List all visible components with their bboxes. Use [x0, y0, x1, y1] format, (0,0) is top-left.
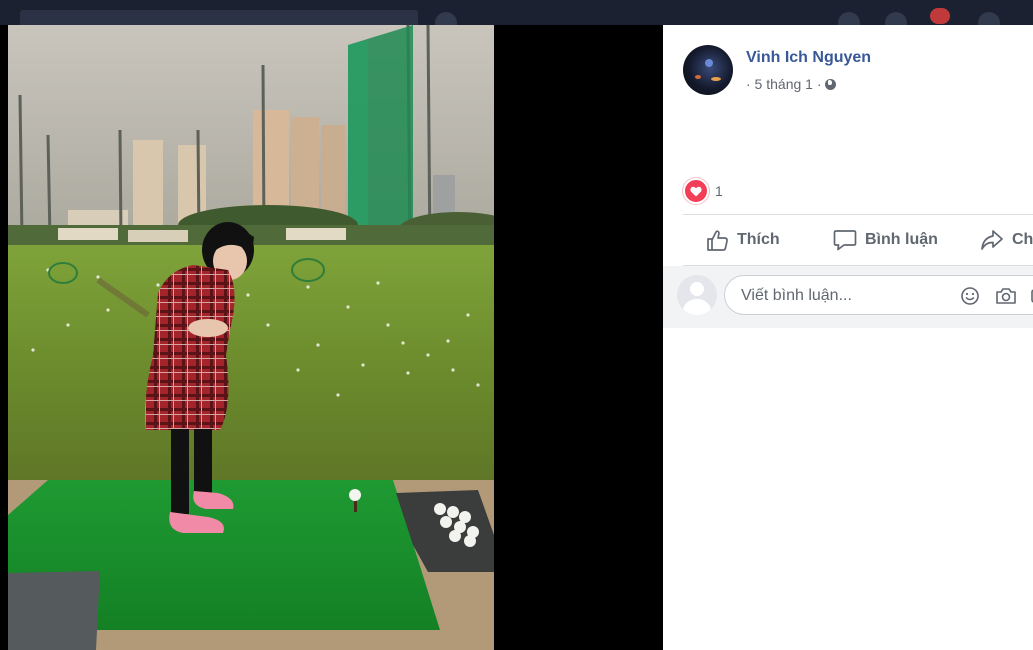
camera-icon[interactable] — [995, 286, 1017, 306]
author-name-link[interactable]: Vinh Ich Nguyen — [746, 49, 871, 67]
like-label: Thích — [737, 231, 780, 248]
comment-button[interactable]: Bình luận — [833, 215, 938, 265]
search-bar[interactable] — [20, 10, 418, 25]
friends-icon[interactable] — [838, 12, 860, 25]
viewer-avatar — [677, 275, 717, 315]
post-detail-panel: Vinh Ich Nguyen · 5 tháng 1 · 1 Thích Bì… — [663, 25, 1033, 650]
reaction-count: 1 — [715, 183, 723, 199]
profile-avatar-icon[interactable] — [435, 12, 457, 25]
post-actions: Thích Bình luận Ch — [663, 215, 1033, 265]
post-meta: · 5 tháng 1 · — [746, 76, 836, 92]
notification-badge[interactable] — [930, 8, 950, 24]
share-button[interactable]: Ch — [980, 215, 1033, 265]
post-timestamp[interactable]: · 5 tháng 1 · — [746, 76, 822, 92]
reaction-summary[interactable]: 1 — [683, 178, 723, 204]
heart-icon — [683, 178, 709, 204]
messages-icon[interactable] — [885, 12, 907, 25]
help-icon[interactable] — [978, 12, 1000, 25]
globe-icon[interactable] — [824, 78, 836, 90]
post-photo[interactable] — [8, 25, 494, 650]
comment-icon — [833, 230, 857, 251]
author-avatar[interactable] — [683, 45, 733, 95]
share-label: Ch — [1012, 231, 1033, 248]
comment-input[interactable] — [739, 285, 943, 307]
top-navigation-bar — [0, 0, 1033, 25]
golf-range-photo — [8, 25, 494, 650]
comment-section — [663, 266, 1033, 650]
like-icon — [707, 230, 728, 251]
emoji-icon[interactable] — [960, 286, 980, 306]
like-button[interactable]: Thích — [705, 215, 780, 265]
comment-label: Bình luận — [865, 231, 938, 248]
comment-input-box[interactable] — [724, 275, 1033, 315]
share-icon — [981, 230, 1003, 250]
comment-composer — [663, 266, 1033, 328]
